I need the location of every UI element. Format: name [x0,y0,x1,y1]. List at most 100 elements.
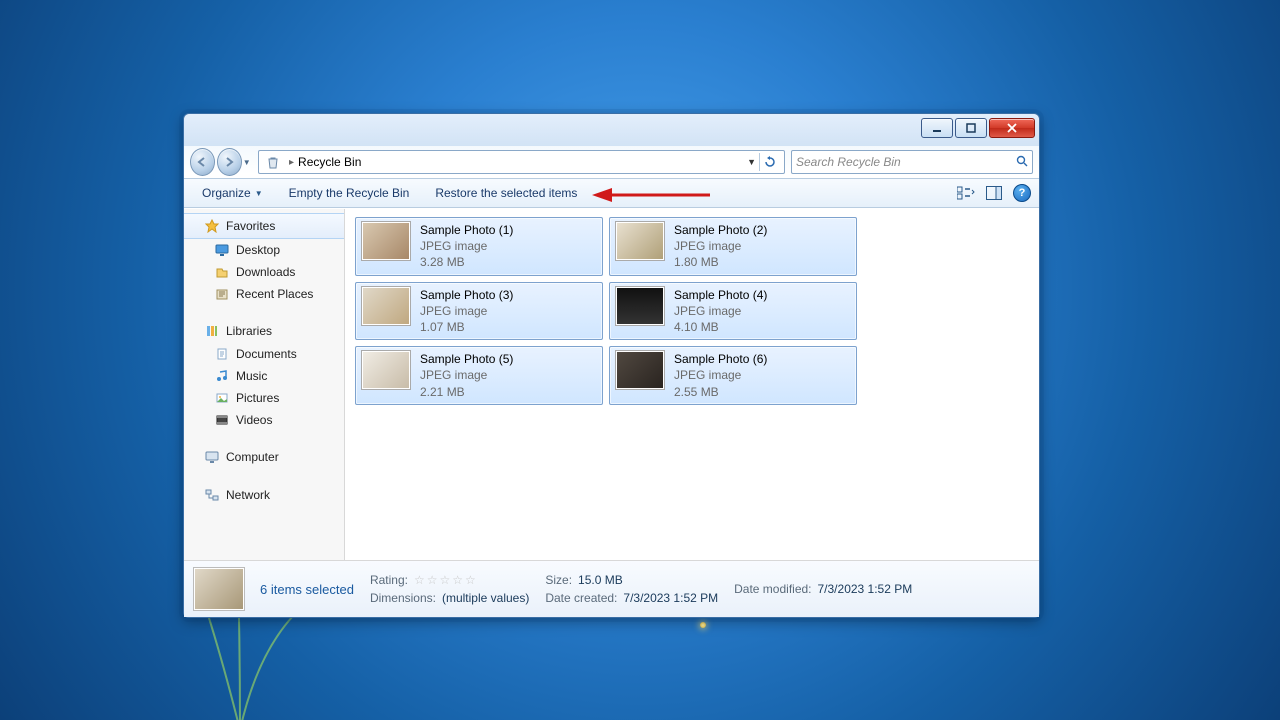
organize-button[interactable]: Organize ▼ [192,183,273,203]
rating-stars[interactable]: ☆☆☆☆☆ [414,573,478,587]
organize-label: Organize [202,186,251,200]
file-thumbnail [616,287,664,325]
close-icon [1007,123,1017,133]
sidebar-item-videos[interactable]: Videos [184,409,344,431]
network-label: Network [226,488,270,502]
minimize-button[interactable] [921,118,953,138]
details-thumbnail [194,568,244,610]
size-label: Size: [545,573,572,587]
restore-selected-button[interactable]: Restore the selected items [425,183,587,203]
history-dropdown[interactable]: ▼ [242,158,253,167]
navigation-sidebar: Favorites Desktop Downloads Recent Place… [184,209,345,560]
recycle-bin-icon [265,154,281,170]
file-item[interactable]: Sample Photo (1) JPEG image 3.28 MB [355,217,603,276]
downloads-icon [214,264,230,280]
titlebar[interactable] [184,114,1039,146]
file-item[interactable]: Sample Photo (3) JPEG image 1.07 MB [355,282,603,341]
file-size: 1.80 MB [674,254,767,270]
recent-places-icon [214,286,230,302]
sidebar-item-network[interactable]: Network [184,483,344,507]
window-body: Favorites Desktop Downloads Recent Place… [184,208,1039,560]
videos-icon [214,412,230,428]
forward-arrow-icon [223,156,235,168]
file-thumbnail [362,351,410,389]
sidebar-item-recent-places[interactable]: Recent Places [184,283,344,305]
file-size: 2.21 MB [420,384,513,400]
favorites-label: Favorites [226,219,275,233]
sidebar-item-pictures[interactable]: Pictures [184,387,344,409]
file-thumbnail [362,222,410,260]
file-thumbnail [616,351,664,389]
file-type: JPEG image [674,303,767,319]
sidebar-libraries-header[interactable]: Libraries [184,319,344,343]
close-button[interactable] [989,118,1035,138]
search-input[interactable]: Search Recycle Bin [791,150,1033,174]
file-name: Sample Photo (3) [420,287,513,303]
address-dropdown-icon[interactable]: ▼ [747,157,756,167]
search-icon [1016,155,1028,170]
file-size: 1.07 MB [420,319,513,335]
search-placeholder: Search Recycle Bin [796,155,901,169]
desktop-background: ▼ ▸ Recycle Bin ▼ Search Recycle Bin [0,0,1280,720]
sidebar-item-downloads[interactable]: Downloads [184,261,344,283]
file-item[interactable]: Sample Photo (2) JPEG image 1.80 MB [609,217,857,276]
sidebar-item-label: Desktop [236,243,280,257]
file-type: JPEG image [420,303,513,319]
minimize-icon [932,123,942,133]
file-name: Sample Photo (2) [674,222,767,238]
sidebar-item-desktop[interactable]: Desktop [184,239,344,261]
size-value: 15.0 MB [578,573,623,587]
file-name: Sample Photo (5) [420,351,513,367]
sidebar-item-documents[interactable]: Documents [184,343,344,365]
refresh-button[interactable] [759,153,780,171]
sidebar-item-label: Videos [236,413,272,427]
desktop-icon [214,242,230,258]
address-bar[interactable]: ▸ Recycle Bin ▼ [258,150,785,174]
breadcrumb-separator-icon: ▸ [289,157,294,168]
nav-buttons: ▼ [190,147,252,177]
details-pane: 6 items selected Rating: ☆☆☆☆☆ Dimension… [184,560,1039,617]
file-name: Sample Photo (1) [420,222,513,238]
breadcrumb-location[interactable]: Recycle Bin [298,155,361,169]
file-size: 2.55 MB [674,384,767,400]
sidebar-item-music[interactable]: Music [184,365,344,387]
file-item[interactable]: Sample Photo (4) JPEG image 4.10 MB [609,282,857,341]
date-modified-value: 7/3/2023 1:52 PM [818,582,913,596]
sidebar-item-label: Pictures [236,391,279,405]
maximize-button[interactable] [955,118,987,138]
music-icon [214,368,230,384]
libraries-label: Libraries [226,324,272,338]
sidebar-item-label: Recent Places [236,287,313,301]
empty-recycle-bin-button[interactable]: Empty the Recycle Bin [279,183,420,203]
file-grid[interactable]: Sample Photo (1) JPEG image 3.28 MB Samp… [345,209,1039,560]
file-size: 4.10 MB [674,319,767,335]
date-created-value: 7/3/2023 1:52 PM [623,591,718,605]
file-item[interactable]: Sample Photo (5) JPEG image 2.21 MB [355,346,603,405]
file-name: Sample Photo (4) [674,287,767,303]
navigation-row: ▼ ▸ Recycle Bin ▼ Search Recycle Bin [184,146,1039,179]
documents-icon [214,346,230,362]
sidebar-item-label: Music [236,369,267,383]
explorer-window: ▼ ▸ Recycle Bin ▼ Search Recycle Bin [183,113,1040,618]
file-item[interactable]: Sample Photo (6) JPEG image 2.55 MB [609,346,857,405]
file-type: JPEG image [420,367,513,383]
date-modified-label: Date modified: [734,582,811,596]
command-toolbar: Organize ▼ Empty the Recycle Bin Restore… [184,179,1039,208]
file-type: JPEG image [420,238,513,254]
sidebar-item-computer[interactable]: Computer [184,445,344,469]
preview-pane-icon [986,186,1002,200]
file-type: JPEG image [674,238,767,254]
preview-pane-button[interactable] [985,184,1003,202]
sidebar-item-label: Documents [236,347,297,361]
back-button[interactable] [190,148,215,176]
forward-button[interactable] [217,148,242,176]
file-thumbnail [362,287,410,325]
maximize-icon [966,123,976,133]
desktop-accent [700,622,706,628]
network-icon [204,487,220,503]
sidebar-favorites-header[interactable]: Favorites [184,213,344,239]
dimensions-label: Dimensions: [370,591,436,605]
selection-count: 6 items selected [260,582,354,597]
view-options-button[interactable] [957,184,975,202]
help-button[interactable]: ? [1013,184,1031,202]
